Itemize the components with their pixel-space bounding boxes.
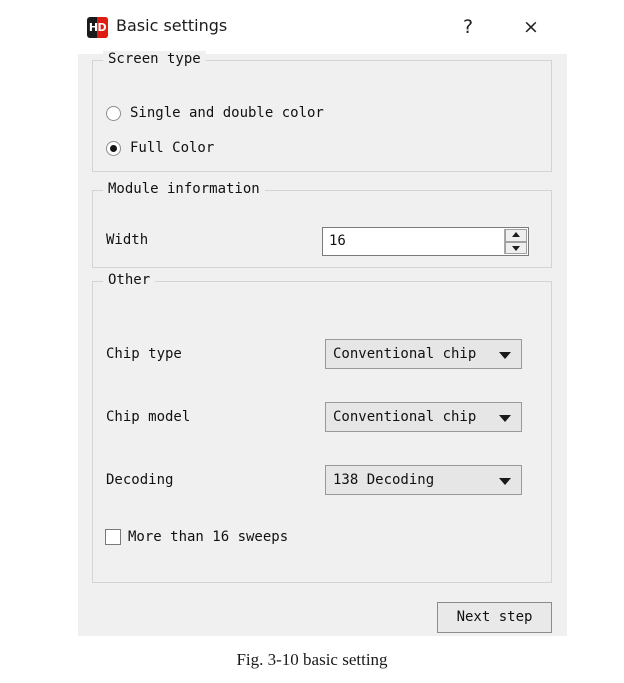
chip-type-value: Conventional chip <box>333 346 477 362</box>
chip-model-dropdown[interactable]: Conventional chip <box>325 402 522 432</box>
other-group-title: Other <box>103 272 156 288</box>
next-step-button[interactable]: Next step <box>437 602 552 633</box>
basic-settings-dialog: HD Basic settings ? × Screen type Single… <box>78 0 567 636</box>
chevron-down-icon <box>499 352 511 359</box>
hd-logo-icon: HD <box>87 17 108 38</box>
spin-down-icon[interactable] <box>505 241 527 254</box>
chip-model-value: Conventional chip <box>333 409 477 425</box>
radio-checked-icon <box>106 140 121 156</box>
close-icon[interactable]: × <box>516 13 546 41</box>
hd-logo-text: HD <box>88 21 107 34</box>
more-than-16-sweeps-label: More than 16 sweeps <box>128 529 289 545</box>
radio-unchecked-icon <box>106 105 121 121</box>
decoding-value: 138 Decoding <box>333 472 435 488</box>
chevron-down-icon <box>499 478 511 485</box>
checkbox-unchecked-icon <box>105 529 121 545</box>
width-label: Width <box>106 232 149 248</box>
more-than-16-sweeps-checkbox[interactable]: More than 16 sweeps <box>105 529 288 545</box>
chip-model-label: Chip model <box>106 409 191 425</box>
width-spinner[interactable]: 16 <box>322 227 529 256</box>
radio-single-and-double-color[interactable]: Single and double color <box>106 105 324 121</box>
width-input-value[interactable]: 16 <box>329 233 346 249</box>
decoding-label: Decoding <box>106 472 174 488</box>
width-spin-buttons <box>504 229 527 254</box>
radio-full-color[interactable]: Full Color <box>106 140 214 156</box>
help-icon[interactable]: ? <box>453 13 483 41</box>
radio-label-full-color: Full Color <box>130 140 215 156</box>
dialog-title: Basic settings <box>116 16 228 35</box>
decoding-dropdown[interactable]: 138 Decoding <box>325 465 522 495</box>
spin-up-icon[interactable] <box>505 229 527 242</box>
dialog-titlebar: HD Basic settings ? × <box>78 0 567 54</box>
chip-type-label: Chip type <box>106 346 182 362</box>
chip-type-dropdown[interactable]: Conventional chip <box>325 339 522 369</box>
radio-label-single-double: Single and double color <box>130 105 324 121</box>
module-information-group-title: Module information <box>103 181 265 197</box>
figure-caption: Fig. 3-10 basic setting <box>236 650 388 669</box>
chevron-down-icon <box>499 415 511 422</box>
screen-type-group-title: Screen type <box>103 51 206 67</box>
